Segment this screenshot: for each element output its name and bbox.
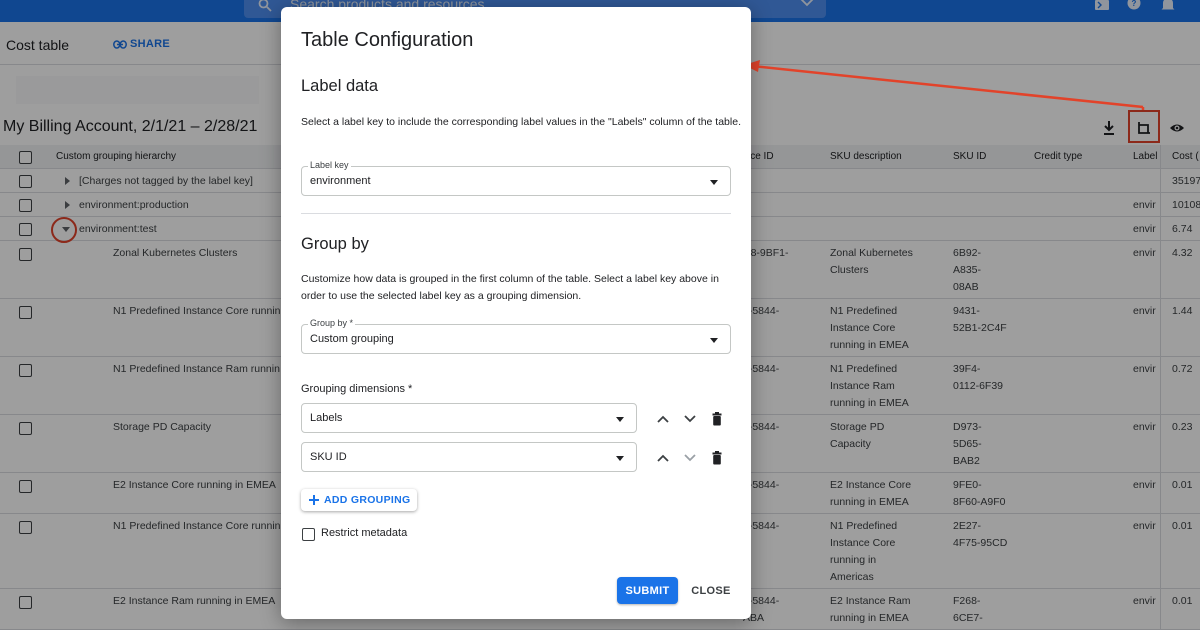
table-configuration-dialog: Table Configuration Label data Select a … xyxy=(281,7,751,619)
dropdown-arrow-icon xyxy=(616,456,624,461)
group-by-value: Custom grouping xyxy=(310,333,394,345)
move-up-icon[interactable] xyxy=(656,451,670,465)
move-down-icon[interactable] xyxy=(683,412,697,426)
dialog-title: Table Configuration xyxy=(301,29,474,51)
grouping-dimension-select[interactable]: SKU ID xyxy=(301,442,637,472)
label-data-heading: Label data xyxy=(301,77,379,95)
group-by-select[interactable]: Group by * Custom grouping xyxy=(301,318,731,354)
delete-icon[interactable] xyxy=(710,412,724,426)
submit-button[interactable]: SUBMIT xyxy=(617,577,678,604)
label-key-value: environment xyxy=(310,175,371,187)
group-by-description: Customize how data is grouped in the fir… xyxy=(301,273,719,302)
section-divider xyxy=(301,213,731,214)
grouping-dimension-select[interactable]: Labels xyxy=(301,403,637,433)
add-grouping-label: ADD GROUPING xyxy=(324,494,411,506)
grouping-dimension-value: SKU ID xyxy=(310,451,347,463)
delete-icon[interactable] xyxy=(710,451,724,465)
dropdown-arrow-icon xyxy=(616,417,624,422)
group-by-label: Group by * xyxy=(308,318,356,328)
dropdown-arrow-icon xyxy=(710,180,718,185)
restrict-metadata-label[interactable]: Restrict metadata xyxy=(321,527,407,539)
move-up-icon[interactable] xyxy=(656,412,670,426)
restrict-metadata-checkbox[interactable] xyxy=(302,528,315,541)
grouping-dimensions-label: Grouping dimensions * xyxy=(301,383,413,395)
dropdown-arrow-icon xyxy=(710,338,718,343)
plus-icon xyxy=(309,495,319,505)
grouping-dimension-value: Labels xyxy=(310,412,343,424)
label-key-select[interactable]: Label key environment xyxy=(301,160,731,196)
move-down-icon xyxy=(684,454,696,462)
add-grouping-button[interactable]: ADD GROUPING xyxy=(301,489,418,511)
close-button[interactable]: CLOSE xyxy=(688,577,734,604)
group-by-heading: Group by xyxy=(301,235,369,253)
label-key-label: Label key xyxy=(308,160,351,170)
label-data-description: Select a label key to include the corres… xyxy=(301,116,741,128)
